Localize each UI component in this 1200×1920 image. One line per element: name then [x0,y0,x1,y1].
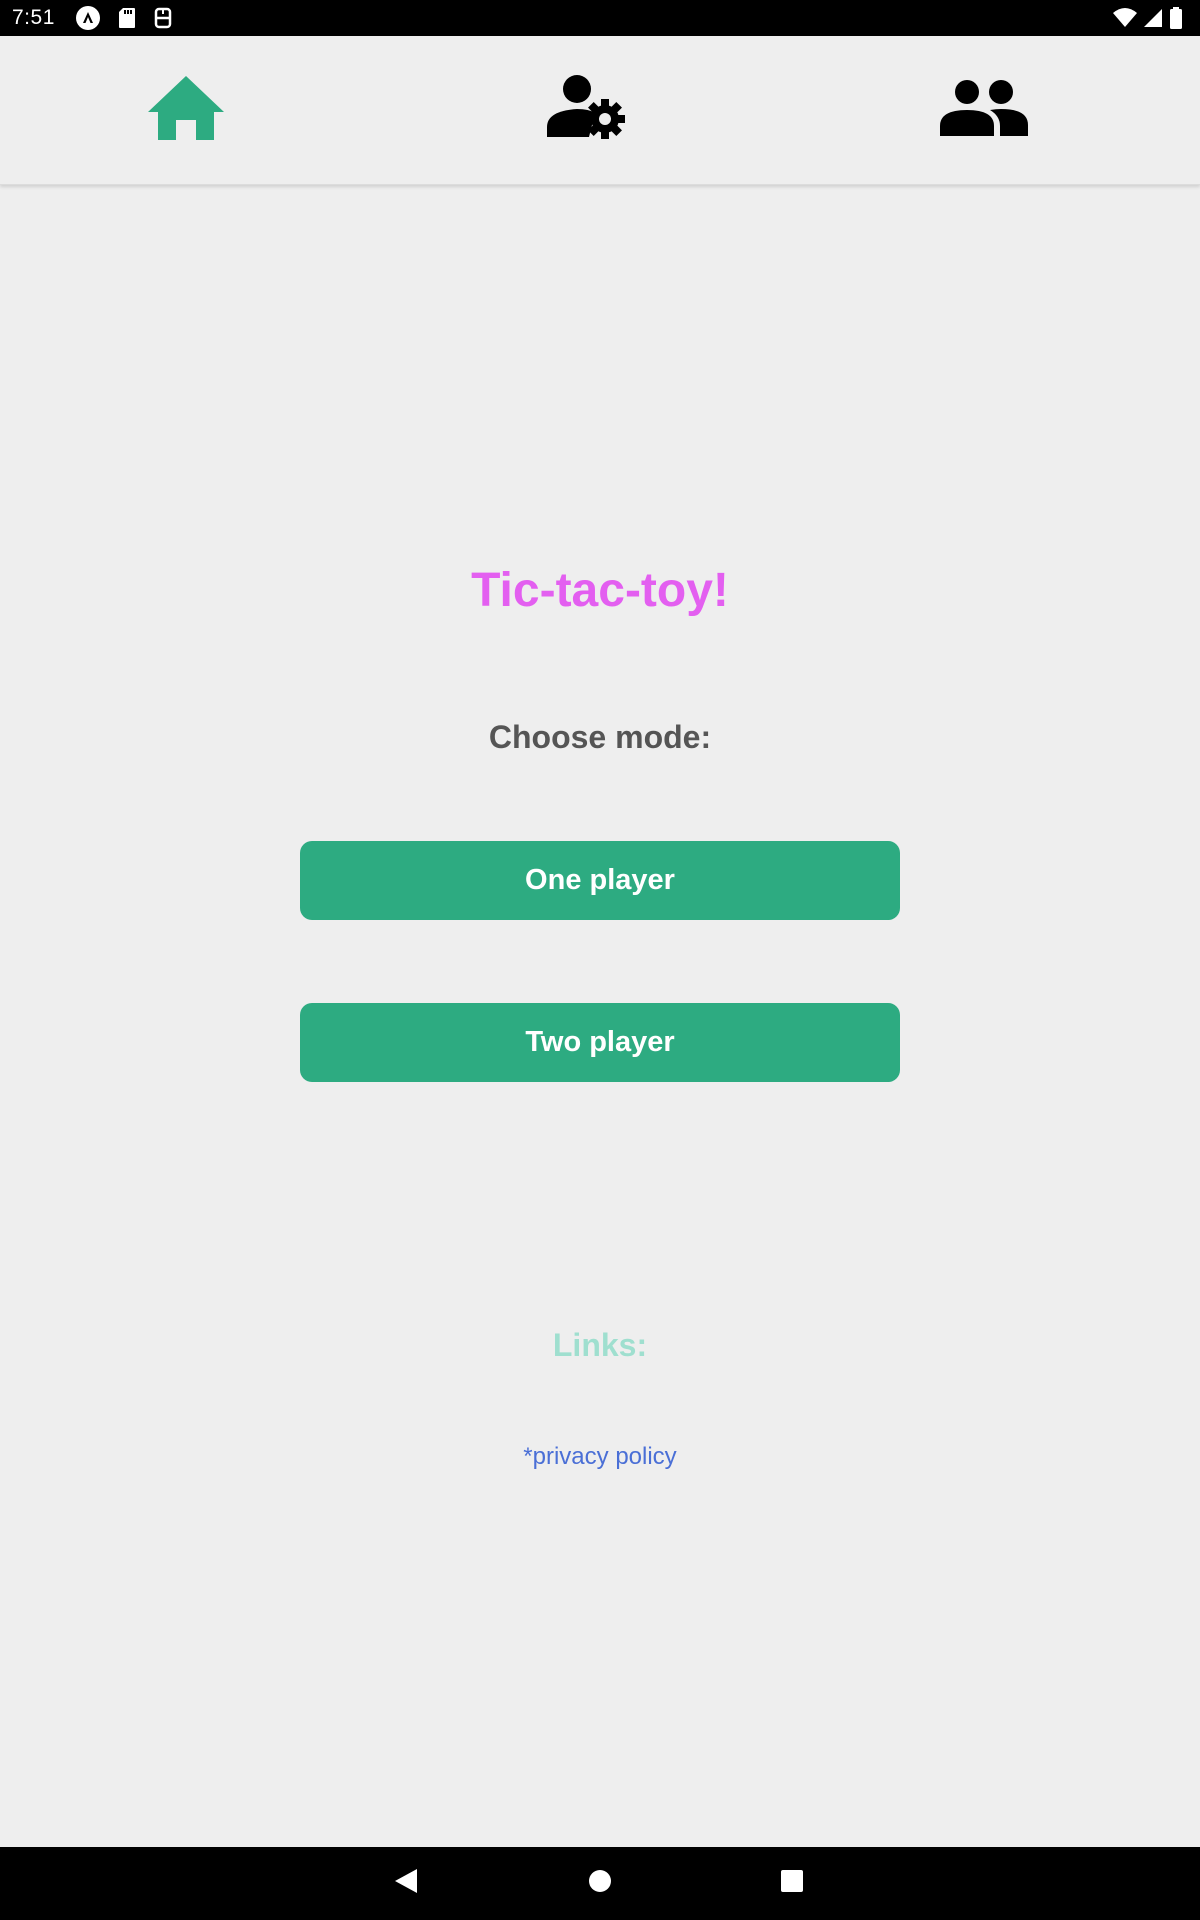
recents-square-icon [779,1868,805,1899]
status-bar: 7:51 [0,0,1200,36]
system-home-button[interactable] [560,1847,640,1920]
sd-card-icon [117,6,137,30]
battery-icon [1168,6,1184,30]
home-circle-icon [587,1868,613,1899]
status-time: 7:51 [12,6,55,29]
person-gear-icon [545,73,627,148]
choose-mode-label: Choose mode: [488,719,712,755]
app-title: Tic-tac-toy! [471,564,729,617]
home-icon [146,74,226,147]
app-notification-icon [75,5,101,31]
status-right-icons [1112,0,1184,36]
top-navigation-bar [0,36,1200,185]
tab-home[interactable] [86,36,286,185]
system-navigation-bar [0,1847,1200,1920]
status-left-icons [75,5,173,31]
app-screen: 7:51 Tic-tac-toy! Choose mode: One playe… [0,0,1200,1920]
usb-debug-icon [153,6,173,30]
privacy-policy-link[interactable]: *privacy policy [0,1443,1200,1471]
tab-player-settings[interactable] [486,36,686,185]
cell-signal-icon [1142,7,1164,29]
main-content: Tic-tac-toy! Choose mode: One player Two… [0,185,1200,1847]
group-icon [940,78,1028,143]
wifi-icon [1112,7,1138,29]
tab-players[interactable] [884,36,1084,185]
back-icon [393,1867,419,1900]
links-heading: Links: [552,1327,648,1363]
one-player-button[interactable]: One player [300,841,900,920]
two-player-button[interactable]: Two player [300,1003,900,1082]
system-recents-button[interactable] [752,1847,832,1920]
system-back-button[interactable] [366,1847,446,1920]
